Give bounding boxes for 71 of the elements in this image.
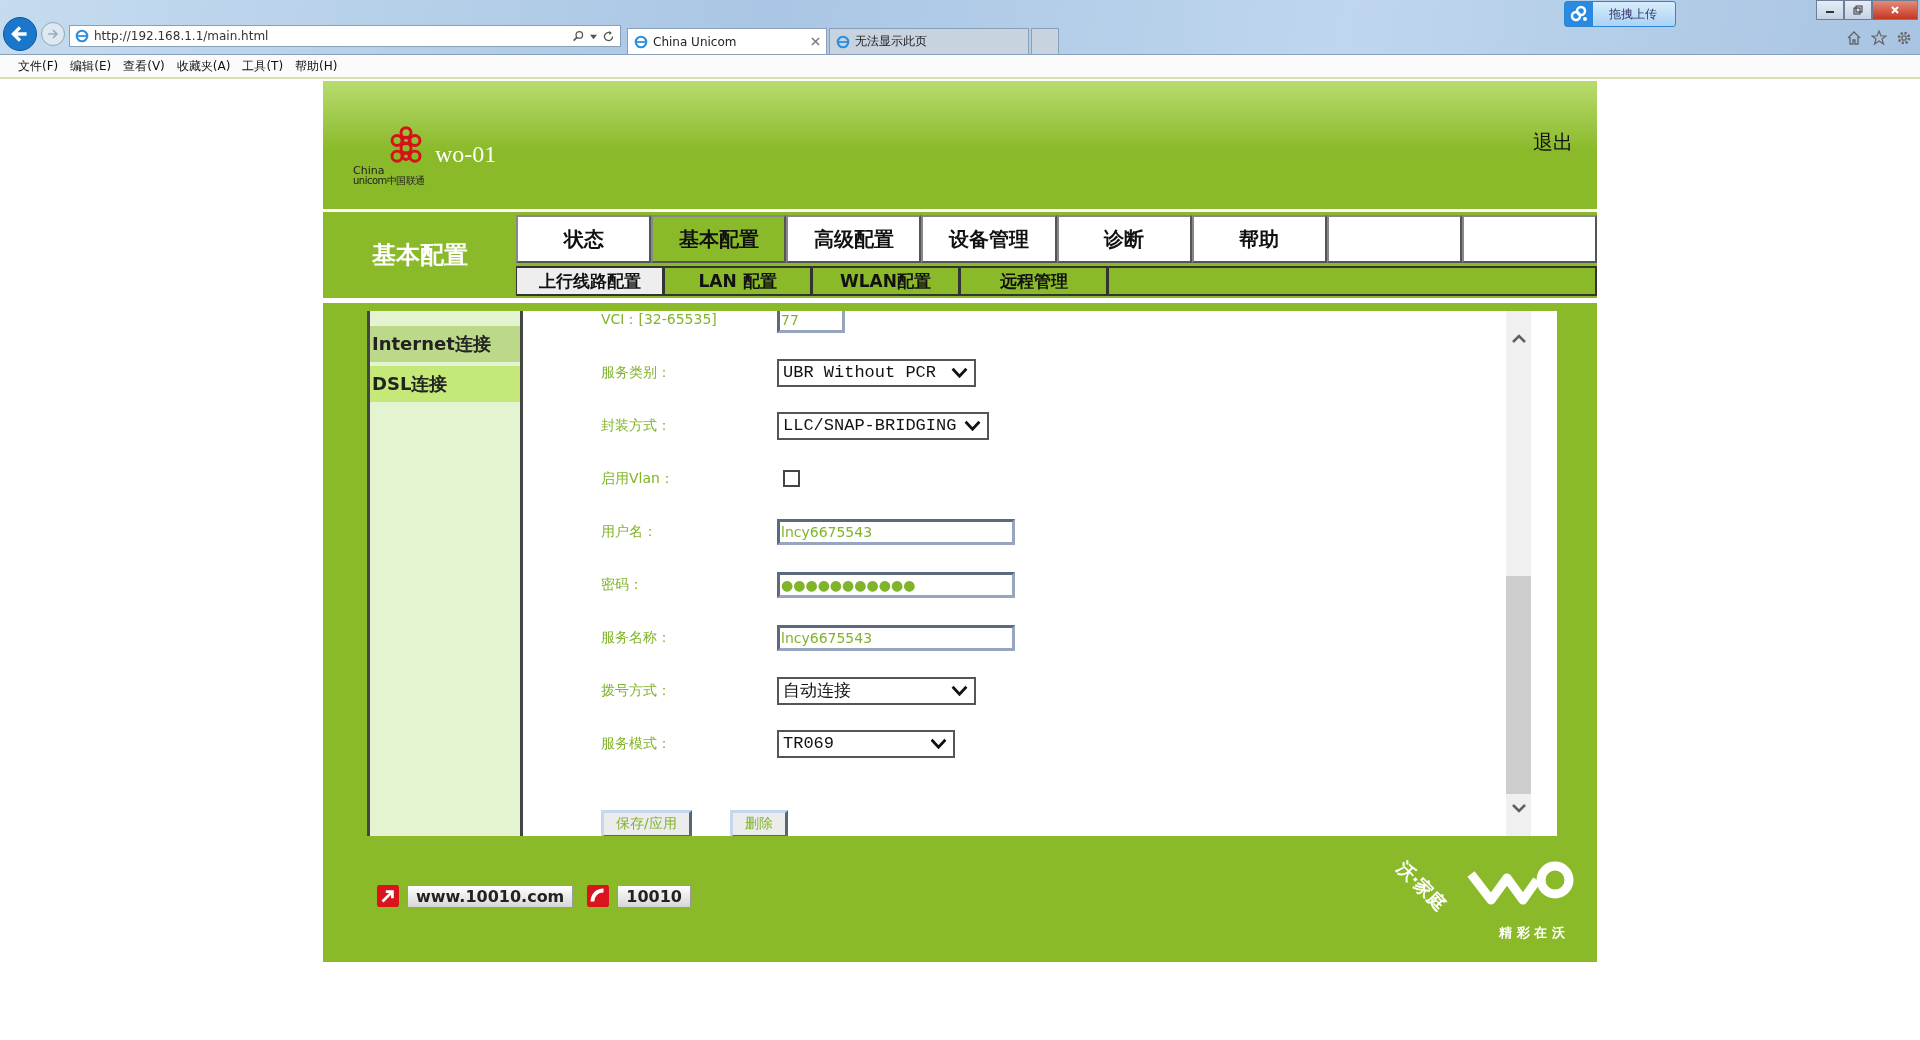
menu-item[interactable]: 编辑(E) [66,57,118,75]
sub-tab[interactable]: LAN 配置 [664,266,812,296]
menu-item[interactable]: 收藏夹(A) [172,57,237,75]
close-button[interactable] [1872,0,1918,20]
browser-tab[interactable]: China Unicom [627,28,827,54]
address-bar[interactable]: http://192.168.1.1/main.html [69,25,621,47]
nav-tab[interactable]: 高级配置 [786,215,922,263]
menu-item[interactable]: 文件(F) [14,57,65,75]
scrollbar-thumb[interactable] [1506,576,1531,794]
field-label: 拨号方式： [601,681,672,700]
section-title: 基本配置 [371,240,468,271]
chevron-icon [964,420,981,431]
caret-icon[interactable] [590,32,597,40]
upload-button[interactable]: 拖拽上传 [1564,1,1676,27]
nav-tab[interactable]: 设备管理 [921,215,1057,263]
dropdown[interactable]: UBR Without PCR [777,358,976,387]
brand-text: 沃·家庭 [1391,856,1452,916]
scroll-up-icon[interactable] [1510,333,1527,343]
browser-icon [836,34,850,49]
hotline-label: 10010 [617,884,691,908]
restore-button[interactable] [1844,0,1872,20]
logout-link[interactable]: 退出 [1533,128,1573,156]
field-label: 服务类别： [601,363,672,382]
browser-icon [634,34,648,49]
dropdown[interactable]: TR069 [777,729,955,758]
field-label: 服务模式： [601,734,672,753]
nav-tab[interactable]: 基本配置 [651,215,787,263]
star-icon[interactable] [1871,30,1887,46]
logo-text: China [353,165,385,176]
chevron-icon [951,367,968,378]
sub-tab[interactable]: 上行线路配置 [516,266,664,296]
search-icon[interactable] [572,29,585,43]
menu-item[interactable]: 查看(V) [119,57,171,75]
field-label: 封装方式： [601,416,672,435]
minimize-button[interactable] [1816,0,1844,20]
sub-tab[interactable]: 远程管理 [960,266,1108,296]
field-label: 服务名称： [601,628,672,647]
sidebar-item[interactable]: Internet连接 [370,326,520,362]
chevron-icon [951,685,968,696]
refresh-icon[interactable] [602,29,615,43]
browser-tab[interactable]: 无法显示此页 [829,28,1029,54]
website-label: www.10010.com [407,884,574,908]
menu-item[interactable]: 帮助(H) [291,57,344,75]
close-icon [1890,5,1900,15]
slogan-text: 精 彩 在 沃 [1499,924,1565,942]
nav-tab[interactable]: 状态 [516,215,652,263]
device-name: wo-01 [435,141,497,168]
chevron-icon [930,738,947,749]
home-icon[interactable] [1846,30,1862,46]
menu-item[interactable]: 工具(T) [238,57,290,75]
restore-icon [1853,5,1863,15]
phone-icon [587,885,610,907]
field-label: VCI：[32-65535] [601,311,718,329]
dropdown[interactable]: 自动连接 [777,676,976,705]
cloud-icon [1565,2,1593,26]
nav-tab[interactable]: 帮助 [1191,215,1327,263]
field-label: 用户名： [601,522,658,541]
sidebar-item[interactable]: DSL连接 [370,366,520,402]
browser-icon [75,29,89,43]
settings-icon[interactable] [1896,30,1912,46]
field-label: 密码： [601,575,644,594]
back-button[interactable] [3,17,37,51]
logo-text: unicom中国联通 [353,176,425,186]
sub-tab[interactable]: WLAN配置 [812,266,960,296]
scroll-down-icon[interactable] [1510,804,1527,814]
close-icon[interactable] [811,37,820,46]
scrollbar[interactable] [1506,311,1531,836]
nav-tab[interactable]: 诊断 [1056,215,1192,263]
field-label: 启用Vlan： [601,469,675,488]
checkbox[interactable] [783,470,800,487]
dropdown[interactable]: LLC/SNAP-BRIDGING [777,411,989,440]
